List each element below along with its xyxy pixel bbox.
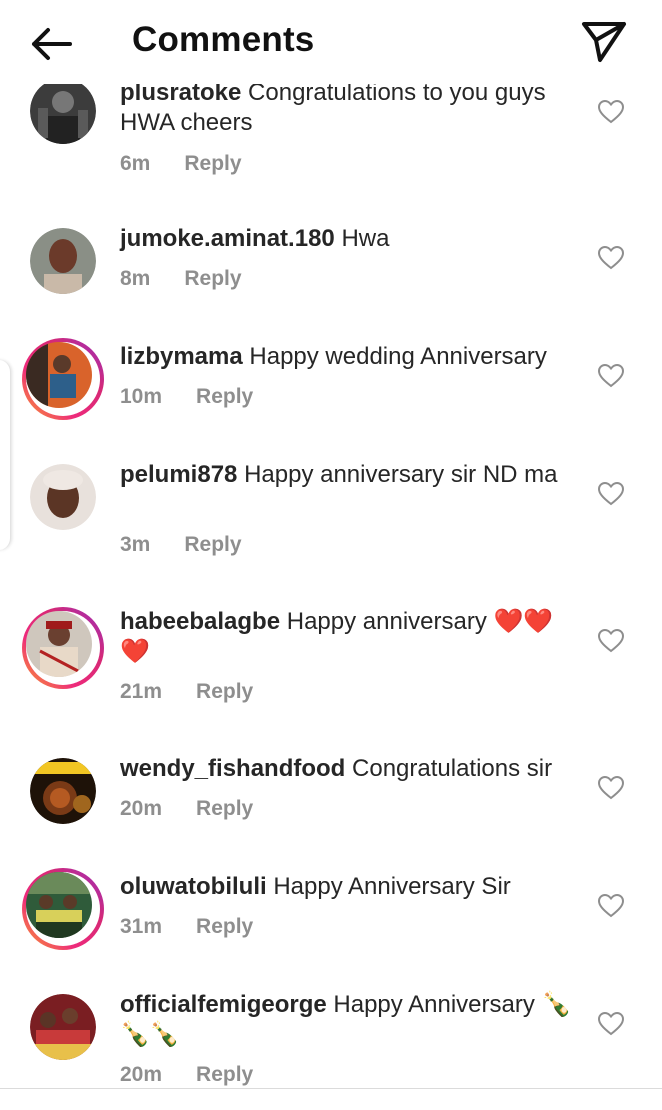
comment-time: 3m — [120, 533, 151, 556]
avatar[interactable] — [30, 994, 96, 1060]
bottom-bar — [0, 1089, 662, 1110]
comment-time: 20m — [120, 797, 163, 820]
reply-button[interactable]: Reply — [196, 915, 253, 938]
reply-button[interactable]: Reply — [196, 797, 253, 820]
comment-username[interactable]: plusratoke — [120, 84, 241, 106]
reply-button[interactable]: Reply — [184, 533, 241, 556]
comment-username[interactable]: oluwatobiluli — [120, 873, 267, 900]
comment-time: 21m — [120, 680, 163, 703]
comment-text: pelumi878 Happy anniversary sir ND ma — [120, 460, 575, 490]
like-heart-icon[interactable] — [598, 1012, 624, 1036]
comment-text: habeebalagbe Happy anniversary ❤️❤️❤️ — [120, 607, 575, 667]
comment-username[interactable]: officialfemigeorge — [120, 991, 327, 1018]
avatar[interactable] — [22, 338, 104, 420]
comment-meta: 8m Reply — [120, 267, 242, 291]
paper-plane-icon[interactable] — [580, 20, 628, 64]
comment-text: plusratoke Congratulations to you guys H… — [120, 84, 575, 138]
comment-username[interactable]: lizbymama — [120, 343, 243, 370]
comment-time: 6m — [120, 152, 151, 175]
comments-list[interactable]: plusratoke Congratulations to you guys H… — [0, 84, 662, 1088]
comment-text: wendy_fishandfood Congratulations sir — [120, 754, 590, 784]
like-heart-icon[interactable] — [598, 364, 624, 388]
reply-button[interactable]: Reply — [196, 385, 253, 408]
comment-body: Happy Anniversary Sir — [273, 873, 511, 900]
avatar[interactable] — [22, 607, 104, 689]
arrow-left-icon[interactable] — [28, 24, 76, 64]
like-heart-icon[interactable] — [598, 629, 624, 653]
like-heart-icon[interactable] — [598, 246, 624, 270]
comment-meta: 21m Reply — [120, 680, 253, 704]
top-bar: Comments — [0, 0, 662, 84]
reply-button[interactable]: Reply — [184, 267, 241, 290]
reply-button[interactable]: Reply — [184, 152, 241, 175]
comment-time: 20m — [120, 1063, 163, 1086]
comment-text: jumoke.aminat.180 Hwa — [120, 224, 575, 254]
comment-username[interactable]: wendy_fishandfood — [120, 755, 345, 782]
comment-text: oluwatobiluli Happy Anniversary Sir — [120, 872, 575, 902]
comment-username[interactable]: jumoke.aminat.180 — [120, 225, 335, 252]
reply-button[interactable]: Reply — [196, 1063, 253, 1086]
comment-username[interactable]: pelumi878 — [120, 461, 237, 488]
avatar[interactable] — [30, 464, 96, 530]
comment-body: Hwa — [341, 225, 390, 252]
page-title: Comments — [132, 20, 315, 59]
comment-meta: 10m Reply — [120, 385, 253, 409]
comment-text: lizbymama Happy wedding Anniversary — [120, 342, 590, 372]
comment-meta: 6m Reply — [120, 152, 242, 176]
comment-body: Happy wedding Anniversary — [249, 343, 547, 370]
comment-meta: 3m Reply — [120, 533, 242, 557]
side-panel-edge[interactable] — [0, 360, 11, 550]
avatar[interactable] — [22, 868, 104, 950]
like-heart-icon[interactable] — [598, 894, 624, 918]
avatar[interactable] — [30, 758, 96, 824]
like-heart-icon[interactable] — [598, 100, 624, 124]
comment-text: officialfemigeorge Happy Anniversary 🍾🍾🍾 — [120, 990, 575, 1050]
comment-meta: 31m Reply — [120, 915, 253, 939]
comment-body: Happy anniversary sir ND ma — [244, 461, 558, 488]
comment-time: 31m — [120, 915, 163, 938]
reply-button[interactable]: Reply — [196, 680, 253, 703]
comment-username[interactable]: habeebalagbe — [120, 608, 280, 635]
like-heart-icon[interactable] — [598, 482, 624, 506]
comment-body: Congratulations sir — [352, 755, 553, 782]
comment-time: 8m — [120, 267, 151, 290]
comment-meta: 20m Reply — [120, 1063, 253, 1087]
avatar[interactable] — [30, 228, 96, 294]
avatar[interactable] — [30, 84, 96, 144]
comment-meta: 20m Reply — [120, 797, 253, 821]
like-heart-icon[interactable] — [598, 776, 624, 800]
comment-time: 10m — [120, 385, 163, 408]
